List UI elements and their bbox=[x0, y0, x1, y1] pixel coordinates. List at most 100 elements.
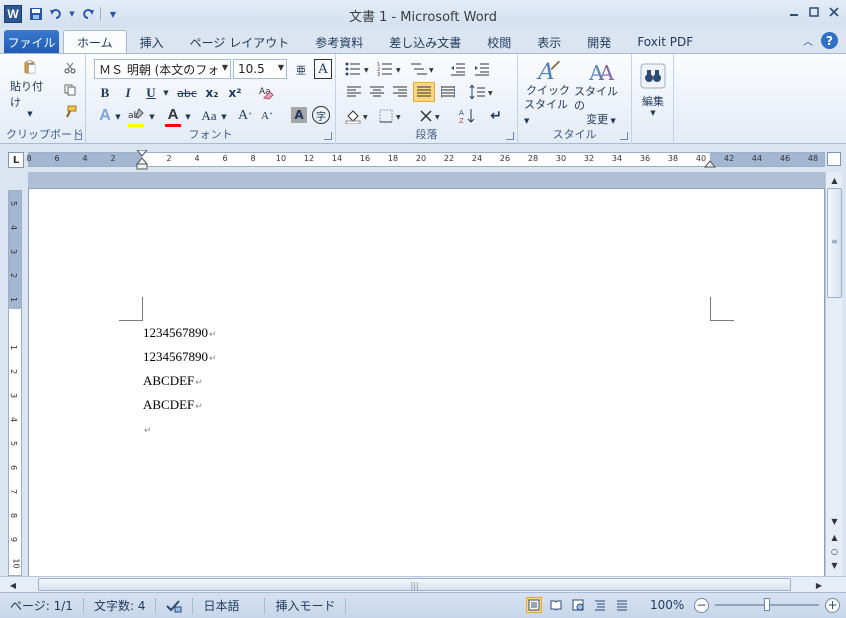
text-effects-icon[interactable]: A bbox=[96, 106, 114, 126]
font-color-dropdown-icon[interactable]: ▼ bbox=[184, 112, 192, 122]
customize-qat-icon[interactable]: ▼ bbox=[105, 6, 121, 22]
select-browse-object-icon[interactable]: ○ bbox=[827, 544, 842, 558]
previous-page-icon[interactable]: ▲ bbox=[827, 530, 842, 544]
change-case-dropdown-icon[interactable]: ▼ bbox=[220, 112, 228, 122]
grow-font-button[interactable]: A ˄ bbox=[236, 106, 254, 126]
help-icon[interactable]: ? bbox=[821, 32, 838, 49]
highlight-icon[interactable]: ab bbox=[126, 106, 146, 126]
editing-button[interactable]: 編集 ▼ bbox=[636, 58, 670, 122]
scroll-down-icon[interactable]: ▼ bbox=[827, 514, 842, 528]
change-case-button[interactable]: Aa bbox=[198, 106, 220, 126]
tab-developer[interactable]: 開発 bbox=[574, 30, 624, 54]
align-left-icon[interactable] bbox=[344, 83, 364, 101]
tab-mailings[interactable]: 差し込み文書 bbox=[376, 30, 474, 54]
justify-icon[interactable] bbox=[413, 82, 435, 102]
next-page-icon[interactable]: ▼ bbox=[827, 558, 842, 572]
superscript-button[interactable]: x² bbox=[225, 84, 245, 102]
minimize-icon[interactable] bbox=[786, 5, 802, 19]
tab-references[interactable]: 参考資料 bbox=[302, 30, 376, 54]
indent-marker-icon[interactable] bbox=[136, 150, 148, 170]
quick-styles-button[interactable]: A クイック スタイル ▼ bbox=[524, 58, 572, 128]
horizontal-scrollbar[interactable]: ◀ ||| ▶ bbox=[0, 576, 846, 592]
document-page[interactable]: 1234567890↵ 1234567890↵ ABCDEF↵ ABCDEF↵ … bbox=[28, 188, 825, 576]
font-launcher-icon[interactable] bbox=[324, 132, 332, 140]
redo-icon[interactable] bbox=[80, 6, 96, 22]
zoom-slider-thumb[interactable] bbox=[764, 598, 770, 611]
language-status[interactable]: 日本語 bbox=[193, 597, 266, 614]
undo-dropdown-icon[interactable]: ▼ bbox=[68, 6, 76, 22]
subscript-button[interactable]: x₂ bbox=[202, 84, 222, 102]
shrink-font-button[interactable]: A ˅ bbox=[258, 106, 276, 126]
distributed-icon[interactable] bbox=[438, 83, 458, 101]
word-count-status[interactable]: 文字数: 4 bbox=[84, 597, 157, 614]
word-app-icon[interactable]: W bbox=[4, 5, 22, 23]
strikethrough-button[interactable]: abc bbox=[176, 84, 198, 102]
tab-home[interactable]: ホーム bbox=[63, 30, 127, 54]
align-center-icon[interactable] bbox=[367, 83, 387, 101]
character-border-icon[interactable]: A bbox=[314, 59, 332, 79]
align-right-icon[interactable] bbox=[390, 83, 410, 101]
highlight-dropdown-icon[interactable]: ▼ bbox=[148, 112, 156, 122]
doc-line[interactable]: ↵ bbox=[143, 421, 152, 437]
font-color-icon[interactable]: A bbox=[164, 105, 182, 123]
view-ruler-icon[interactable] bbox=[827, 152, 841, 166]
text-effects-dropdown-icon[interactable]: ▼ bbox=[114, 112, 122, 122]
vertical-scroll-thumb[interactable]: ≡ bbox=[827, 188, 842, 298]
undo-icon[interactable] bbox=[48, 6, 64, 22]
tab-insert[interactable]: 挿入 bbox=[127, 30, 177, 54]
font-size-select[interactable]: 10.5 ▼ bbox=[233, 59, 287, 79]
format-painter-icon[interactable] bbox=[62, 104, 78, 120]
phonetic-guide-icon[interactable]: 亜 bbox=[292, 59, 310, 79]
tab-selector[interactable]: L bbox=[8, 152, 24, 168]
zoom-level[interactable]: 100% bbox=[650, 598, 688, 612]
change-styles-button[interactable]: AA スタイルの 変更 ▼ bbox=[574, 58, 628, 128]
zoom-out-icon[interactable]: − bbox=[694, 597, 709, 613]
proofing-icon[interactable] bbox=[156, 597, 194, 614]
tab-review[interactable]: 校閲 bbox=[474, 30, 524, 54]
decrease-indent-icon[interactable] bbox=[448, 60, 468, 78]
maximize-icon[interactable] bbox=[806, 5, 822, 19]
bold-button[interactable]: B bbox=[96, 84, 114, 102]
outline-view-icon[interactable] bbox=[592, 597, 608, 613]
tab-file[interactable]: ファイル bbox=[4, 30, 59, 54]
font-name-select[interactable]: ＭＳ 明朝 (本文のフォン ▼ bbox=[94, 59, 231, 79]
paste-button[interactable]: 貼り付け ▼ bbox=[10, 60, 50, 118]
zoom-in-icon[interactable]: + bbox=[825, 597, 840, 613]
increase-indent-icon[interactable] bbox=[472, 60, 492, 78]
doc-line[interactable]: ABCDEF↵ bbox=[143, 373, 203, 389]
styles-launcher-icon[interactable] bbox=[620, 132, 628, 140]
close-icon[interactable] bbox=[826, 5, 842, 19]
scroll-up-icon[interactable]: ▲ bbox=[827, 173, 842, 187]
vertical-scrollbar[interactable]: ▲ ≡ ▼ ▲ ○ ▼ bbox=[825, 172, 842, 576]
print-layout-view-icon[interactable] bbox=[526, 597, 542, 613]
cut-icon[interactable] bbox=[62, 60, 78, 76]
web-layout-view-icon[interactable] bbox=[570, 597, 586, 613]
doc-line[interactable]: 1234567890↵ bbox=[143, 325, 217, 341]
save-icon[interactable] bbox=[28, 6, 44, 22]
tab-page-layout[interactable]: ページ レイアウト bbox=[177, 30, 303, 54]
copy-icon[interactable] bbox=[62, 82, 78, 98]
asian-layout-icon[interactable]: ▼ bbox=[418, 106, 446, 126]
draft-view-icon[interactable] bbox=[614, 597, 630, 613]
document-area[interactable]: 1234567890↵ 1234567890↵ ABCDEF↵ ABCDEF↵ … bbox=[28, 172, 825, 576]
numbering-icon[interactable]: 1 2 3 ▼ bbox=[376, 60, 404, 78]
multilevel-list-icon[interactable]: ▼ bbox=[408, 60, 436, 78]
underline-dropdown-icon[interactable]: ▼ bbox=[162, 88, 170, 98]
horizontal-ruler[interactable]: 8 6 4 2 2 4 6 8 10 12 14 16 18 20 22 24 26 28 30 32 34 36 38 40… bbox=[26, 150, 825, 170]
line-spacing-icon[interactable]: ▼ bbox=[468, 83, 496, 101]
full-screen-reading-icon[interactable] bbox=[548, 597, 564, 613]
scroll-right-icon[interactable]: ▶ bbox=[812, 578, 826, 592]
doc-line[interactable]: ABCDEF↵ bbox=[143, 397, 203, 413]
tab-view[interactable]: 表示 bbox=[524, 30, 574, 54]
underline-button[interactable]: U bbox=[142, 84, 160, 102]
vertical-ruler[interactable]: 543211234567891011 bbox=[8, 190, 22, 593]
scroll-left-icon[interactable]: ◀ bbox=[6, 578, 20, 592]
clear-formatting-icon[interactable]: Aa bbox=[256, 82, 276, 102]
italic-button[interactable]: I bbox=[119, 84, 137, 102]
horizontal-scroll-thumb[interactable]: ||| bbox=[38, 578, 791, 591]
clipboard-launcher-icon[interactable] bbox=[74, 132, 82, 140]
minimize-ribbon-icon[interactable]: ︿ bbox=[803, 33, 813, 48]
character-shading-button[interactable]: A bbox=[291, 107, 307, 123]
bullets-icon[interactable]: ▼ bbox=[344, 60, 372, 78]
doc-line[interactable]: 1234567890↵ bbox=[143, 349, 217, 365]
